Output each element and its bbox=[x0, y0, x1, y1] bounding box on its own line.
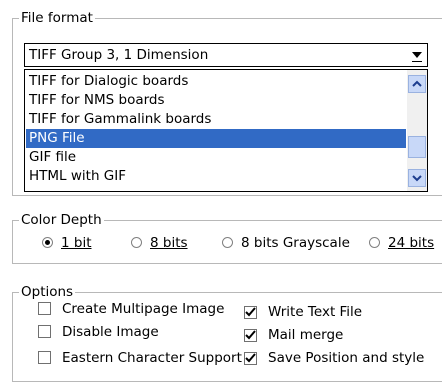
combo-dropdown-button[interactable] bbox=[408, 45, 426, 65]
chevron-down-icon bbox=[412, 52, 422, 58]
checkmark-icon bbox=[245, 330, 256, 340]
options-legend: Options bbox=[19, 284, 76, 300]
list-item[interactable]: TIFF for Gammalink boards bbox=[26, 110, 406, 129]
checkmark-icon bbox=[245, 307, 256, 317]
scroll-up-icon[interactable] bbox=[408, 75, 426, 93]
list-scrollbar[interactable] bbox=[407, 70, 427, 191]
checkbox-create-multipage-image[interactable]: Create Multipage Image bbox=[38, 300, 224, 318]
scrollbar-thumb[interactable] bbox=[408, 136, 426, 158]
file-format-selected-value: TIFF Group 3, 1 Dimension bbox=[29, 47, 209, 63]
checkbox-label: Create Multipage Image bbox=[62, 301, 225, 317]
list-item[interactable]: TIFF for Dialogic boards bbox=[26, 72, 406, 91]
radio-dot[interactable] bbox=[131, 237, 142, 248]
radio-dot[interactable] bbox=[222, 237, 233, 248]
checkbox-write-text-file[interactable]: Write Text File bbox=[244, 303, 362, 321]
list-item-selected[interactable]: PNG File bbox=[26, 129, 406, 148]
chevron-up-icon bbox=[412, 80, 422, 87]
radio-label: 8 bits Grayscale bbox=[241, 235, 350, 251]
checkbox-label: Mail merge bbox=[268, 327, 344, 343]
scroll-down-icon[interactable] bbox=[408, 169, 426, 187]
checkbox-box[interactable] bbox=[38, 302, 51, 315]
checkmark-icon bbox=[245, 353, 256, 363]
list-item[interactable]: HTML with GIF bbox=[26, 167, 406, 186]
chevron-down-icon bbox=[412, 175, 422, 182]
radio-8-bits[interactable]: 8 bits bbox=[131, 234, 188, 252]
radio-8-bits-grayscale[interactable]: 8 bits Grayscale bbox=[222, 234, 350, 252]
checkbox-label: Save Position and style bbox=[268, 350, 425, 366]
list-item[interactable]: TIFF for NMS boards bbox=[26, 91, 406, 110]
radio-label: 8 bits bbox=[150, 235, 188, 251]
radio-label: 24 bits bbox=[388, 235, 435, 251]
checkbox-box[interactable] bbox=[244, 329, 257, 342]
checkbox-box[interactable] bbox=[244, 306, 257, 319]
list-item[interactable]: GIF file bbox=[26, 148, 406, 167]
checkbox-mail-merge[interactable]: Mail merge bbox=[244, 326, 343, 344]
radio-1-bit[interactable]: 1 bit bbox=[42, 234, 92, 252]
radio-dot[interactable] bbox=[42, 237, 53, 248]
color-depth-legend: Color Depth bbox=[19, 212, 104, 228]
radio-24-bits[interactable]: 24 bits bbox=[369, 234, 434, 252]
file-format-legend: File format bbox=[19, 10, 95, 26]
radio-label: 1 bit bbox=[61, 235, 92, 251]
checkbox-disable-image[interactable]: Disable Image bbox=[38, 323, 159, 341]
file-format-combo[interactable]: TIFF Group 3, 1 Dimension bbox=[24, 43, 428, 67]
checkbox-label: Eastern Character Support bbox=[62, 350, 242, 366]
file-format-list[interactable]: TIFF for Dialogic boards TIFF for NMS bo… bbox=[24, 69, 428, 192]
checkbox-save-position-and-style[interactable]: Save Position and style bbox=[244, 349, 424, 367]
checkbox-box[interactable] bbox=[38, 351, 51, 364]
checkbox-box[interactable] bbox=[244, 352, 257, 365]
checkbox-box[interactable] bbox=[38, 325, 51, 338]
checkbox-eastern-character-support[interactable]: Eastern Character Support bbox=[38, 349, 242, 367]
radio-dot[interactable] bbox=[369, 237, 380, 248]
checkbox-label: Disable Image bbox=[62, 324, 159, 340]
checkbox-label: Write Text File bbox=[268, 304, 363, 320]
